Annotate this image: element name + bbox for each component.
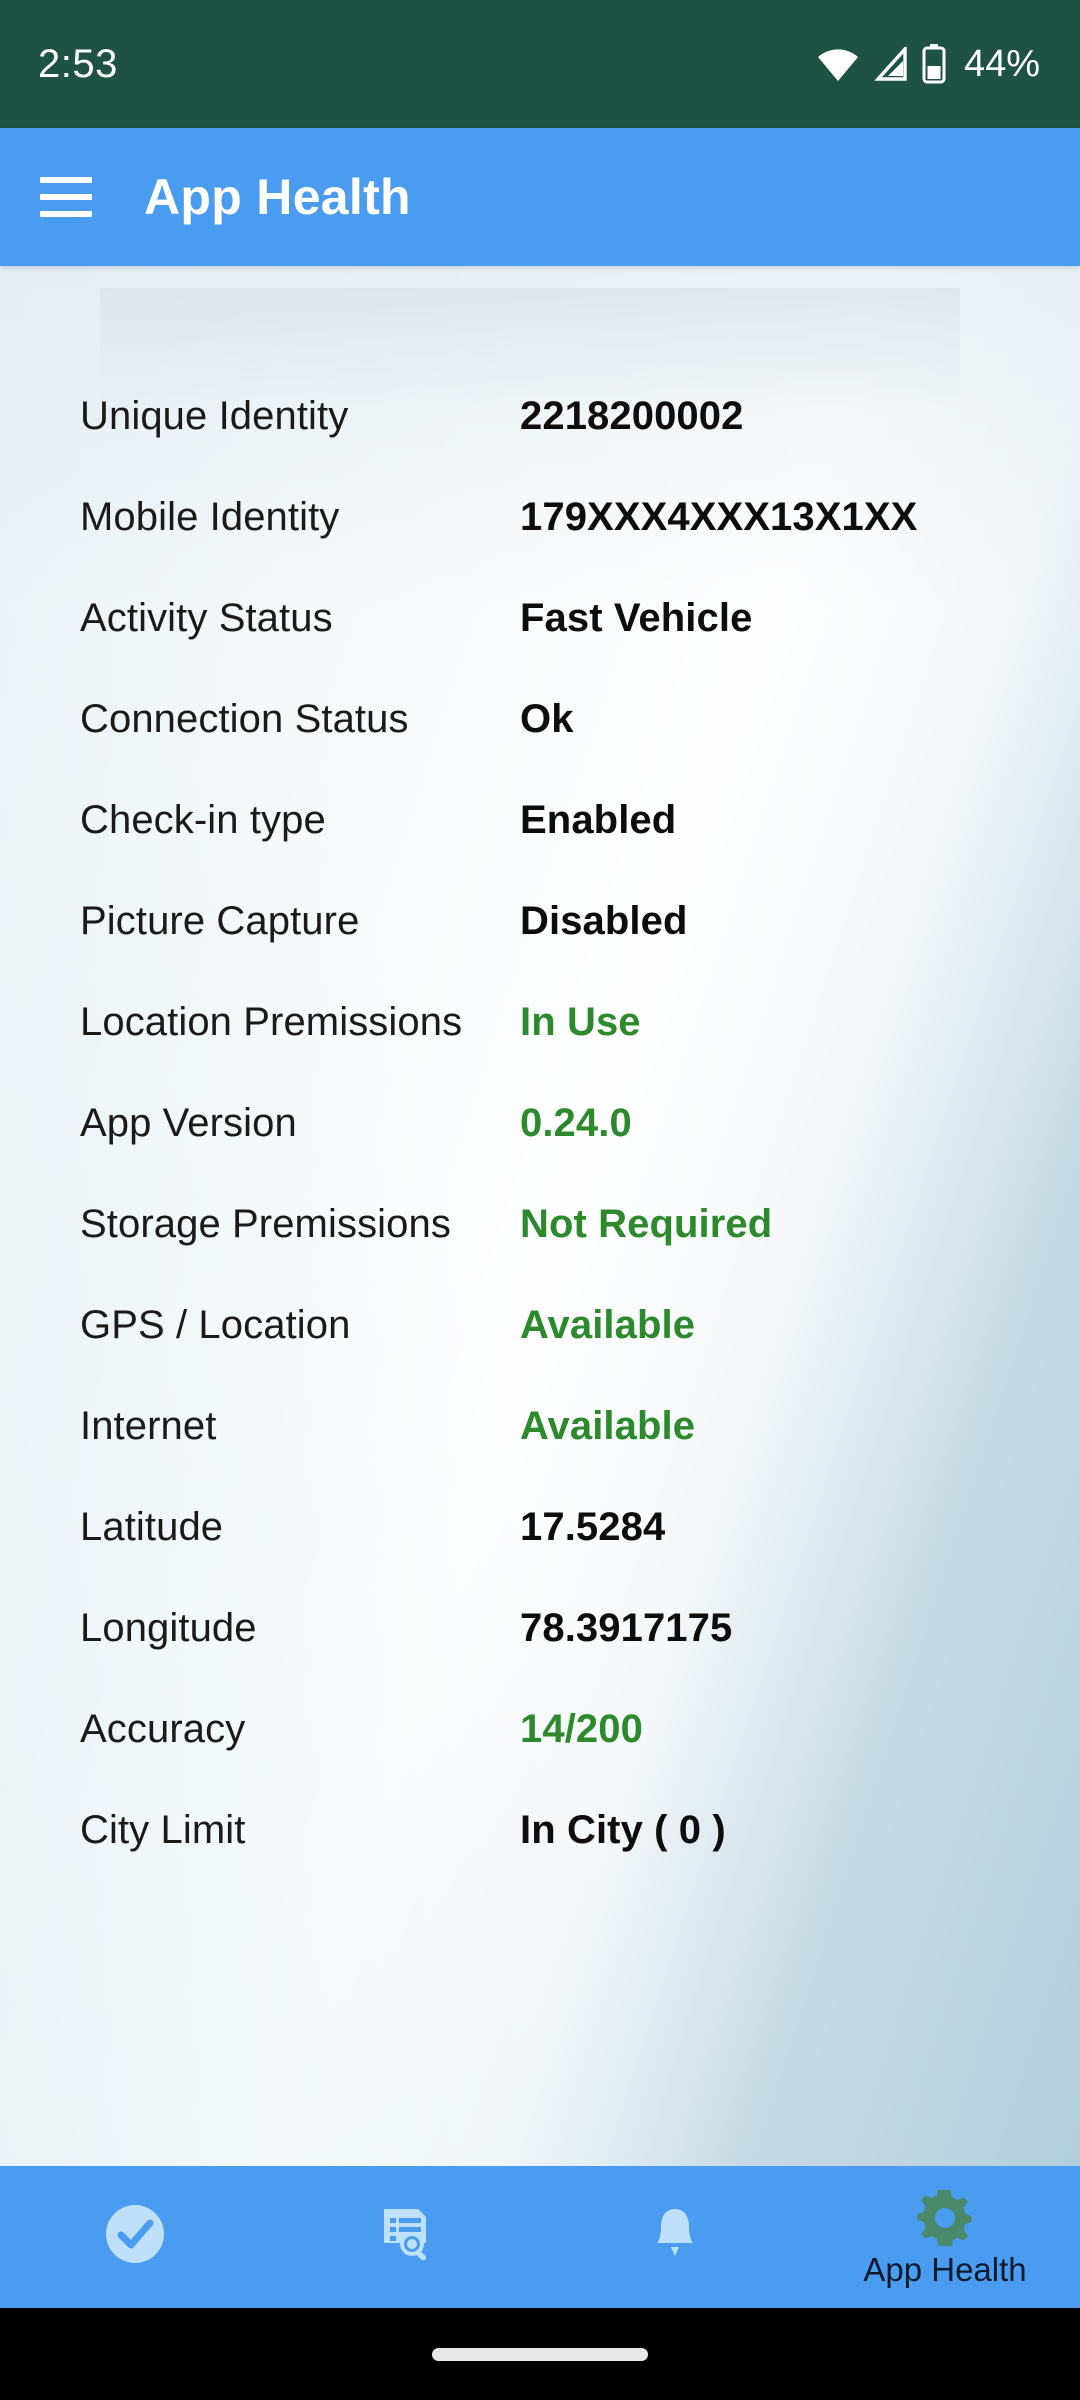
app-health-content: Unique Identity 2218200002 Mobile Identity… <box>0 266 1080 2166</box>
info-row-value: Available <box>520 1303 696 1347</box>
info-row-label: Connection Status <box>80 697 409 741</box>
hamburger-line <box>40 177 92 183</box>
info-row: Unique Identity 2218200002 <box>0 394 1080 495</box>
info-row: GPS / Location Available <box>0 1303 1080 1404</box>
page-title: App Health <box>144 169 411 225</box>
info-row-value: Enabled <box>520 798 677 842</box>
info-row-label: City Limit <box>80 1808 246 1852</box>
info-row-value: 0.24.0 <box>520 1101 632 1145</box>
info-row-label: Storage Premissions <box>80 1202 451 1246</box>
info-row-value: In City ( 0 ) <box>520 1808 726 1852</box>
info-row-label: App Version <box>80 1101 297 1145</box>
nav-item-document-search[interactable] <box>270 2166 540 2308</box>
info-row-value: Ok <box>520 697 574 741</box>
info-row-value: Disabled <box>520 899 688 943</box>
info-row: Picture Capture Disabled <box>0 899 1080 1000</box>
info-row-value: Available <box>520 1404 696 1448</box>
nav-item-notifications[interactable] <box>540 2166 810 2308</box>
info-row: Longitude 78.3917175 <box>0 1606 1080 1707</box>
gesture-pill[interactable] <box>432 2347 648 2361</box>
check-circle-icon <box>106 2205 164 2263</box>
status-bar: 2:53 44% <box>0 0 1080 128</box>
bottom-navigation-bar: App Health <box>0 2166 1080 2308</box>
info-row-label: Latitude <box>80 1505 224 1549</box>
info-row: App Version 0.24.0 <box>0 1101 1080 1202</box>
info-list: Unique Identity 2218200002 Mobile Identity… <box>0 266 1080 1909</box>
info-row-value: Not Required <box>520 1202 773 1246</box>
battery-icon <box>922 44 946 84</box>
info-row-value: 14/200 <box>520 1707 643 1751</box>
info-row-label: Picture Capture <box>80 899 360 943</box>
info-row: Storage Premissions Not Required <box>0 1202 1080 1303</box>
info-row: Internet Available <box>0 1404 1080 1505</box>
info-row-value: In Use <box>520 1000 641 1044</box>
nav-item-check[interactable] <box>0 2166 270 2308</box>
status-bar-icons: 44% <box>816 44 1040 84</box>
info-row: Mobile Identity 179XXX4XXX13X1XX <box>0 495 1080 596</box>
info-row-label: Check-in type <box>80 798 326 842</box>
info-row-label: Location Premissions <box>80 1000 463 1044</box>
cellular-signal-icon <box>874 47 907 81</box>
info-row-value: 179XXX4XXX13X1XX <box>520 495 918 539</box>
nav-item-app-health-label: App Health <box>863 2250 1027 2288</box>
info-row-label: Mobile Identity <box>80 495 340 539</box>
status-bar-clock: 2:53 <box>38 42 118 86</box>
info-row-label: GPS / Location <box>80 1303 351 1347</box>
app-bar: App Health <box>0 128 1080 266</box>
wifi-icon <box>817 49 858 81</box>
info-row: City Limit In City ( 0 ) <box>0 1808 1080 1909</box>
info-row-label: Internet <box>80 1404 217 1448</box>
info-row: Activity Status Fast Vehicle <box>0 596 1080 697</box>
nav-item-app-health[interactable]: App Health <box>810 2166 1080 2308</box>
bell-icon <box>657 2209 693 2256</box>
hamburger-line <box>40 211 92 217</box>
info-row: Latitude 17.5284 <box>0 1505 1080 1606</box>
info-row-value: 17.5284 <box>520 1505 666 1549</box>
hamburger-menu-icon[interactable] <box>40 177 92 217</box>
info-row: Check-in type Enabled <box>0 798 1080 899</box>
hamburger-line <box>40 194 92 200</box>
gear-icon <box>917 2189 972 2246</box>
info-row: Location Premissions In Use <box>0 1000 1080 1101</box>
info-row-label: Activity Status <box>80 596 333 640</box>
battery-percentage: 44% <box>963 43 1040 85</box>
info-row-value: Fast Vehicle <box>520 596 753 640</box>
info-row-value: 78.3917175 <box>520 1606 733 1650</box>
info-row-label: Accuracy <box>80 1707 246 1751</box>
system-gesture-bar <box>0 2308 1080 2400</box>
info-row-value: 2218200002 <box>520 394 744 438</box>
phone-screen: 2:53 44% App Health Unique Identity 2218… <box>0 0 1080 2400</box>
info-row: Connection Status Ok <box>0 697 1080 798</box>
document-search-icon <box>384 2209 427 2261</box>
info-row-label: Longitude <box>80 1606 257 1650</box>
info-row-label: Unique Identity <box>80 394 349 438</box>
info-row: Accuracy 14/200 <box>0 1707 1080 1808</box>
